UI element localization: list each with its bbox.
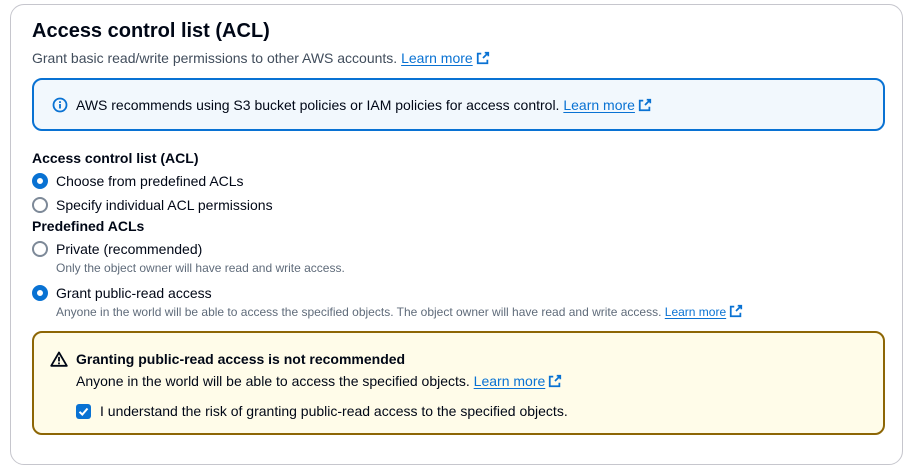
risk-acknowledge-checkbox[interactable]	[76, 403, 91, 419]
warning-alert: Granting public-read access is not recom…	[32, 331, 885, 435]
radio-public-read[interactable]: Grant public-read access	[32, 285, 212, 301]
radio-label: Specify individual ACL permissions	[56, 197, 273, 213]
warning-learn-more-link[interactable]: Learn more	[474, 373, 563, 389]
acl-group-label: Access control list (ACL)	[32, 150, 199, 166]
risk-acknowledge-label: I understand the risk of granting public…	[100, 403, 568, 419]
warning-text: Anyone in the world will be able to acce…	[76, 373, 470, 389]
info-alert-text: AWS recommends using S3 bucket policies …	[76, 97, 560, 113]
external-link-icon	[549, 374, 562, 388]
section-subtitle-text: Grant basic read/write permissions to ot…	[32, 50, 398, 66]
info-alert: AWS recommends using S3 bucket policies …	[32, 78, 885, 131]
external-link-icon	[476, 51, 489, 65]
radio-button[interactable]	[32, 197, 48, 213]
radio-individual-acl[interactable]: Specify individual ACL permissions	[32, 197, 273, 213]
info-learn-more-link[interactable]: Learn more	[563, 97, 652, 113]
radio-predefined-acls[interactable]: Choose from predefined ACLs	[32, 173, 244, 189]
public-read-learn-more-link[interactable]: Learn more	[665, 304, 743, 319]
warning-title: Granting public-read access is not recom…	[76, 351, 406, 367]
radio-private[interactable]: Private (recommended)	[32, 241, 202, 257]
predefined-acls-label: Predefined ACLs	[32, 218, 145, 234]
private-description: Only the object owner will have read and…	[56, 261, 345, 275]
section-learn-more-link[interactable]: Learn more	[401, 50, 490, 66]
info-alert-text-row: AWS recommends using S3 bucket policies …	[76, 97, 652, 113]
radio-label: Choose from predefined ACLs	[56, 173, 244, 189]
public-read-description: Anyone in the world will be able to acce…	[56, 304, 743, 319]
radio-button-checked[interactable]	[32, 173, 48, 189]
checkmark-icon	[78, 407, 89, 416]
warning-text-row: Anyone in the world will be able to acce…	[76, 373, 562, 389]
risk-acknowledge-checkbox-row[interactable]: I understand the risk of granting public…	[76, 403, 568, 419]
radio-label: Private (recommended)	[56, 241, 203, 257]
radio-button-checked[interactable]	[32, 285, 48, 301]
section-title: Access control list (ACL)	[32, 20, 270, 42]
radio-button[interactable]	[32, 241, 48, 257]
external-link-icon	[638, 98, 652, 112]
external-link-icon	[730, 304, 743, 318]
section-subtitle: Grant basic read/write permissions to ot…	[32, 50, 490, 66]
acl-panel: Access control list (ACL) Grant basic re…	[10, 4, 903, 465]
public-read-description-text: Anyone in the world will be able to acce…	[56, 305, 662, 319]
radio-label: Grant public-read access	[56, 285, 212, 301]
warning-icon	[50, 351, 68, 367]
info-icon	[52, 97, 68, 113]
